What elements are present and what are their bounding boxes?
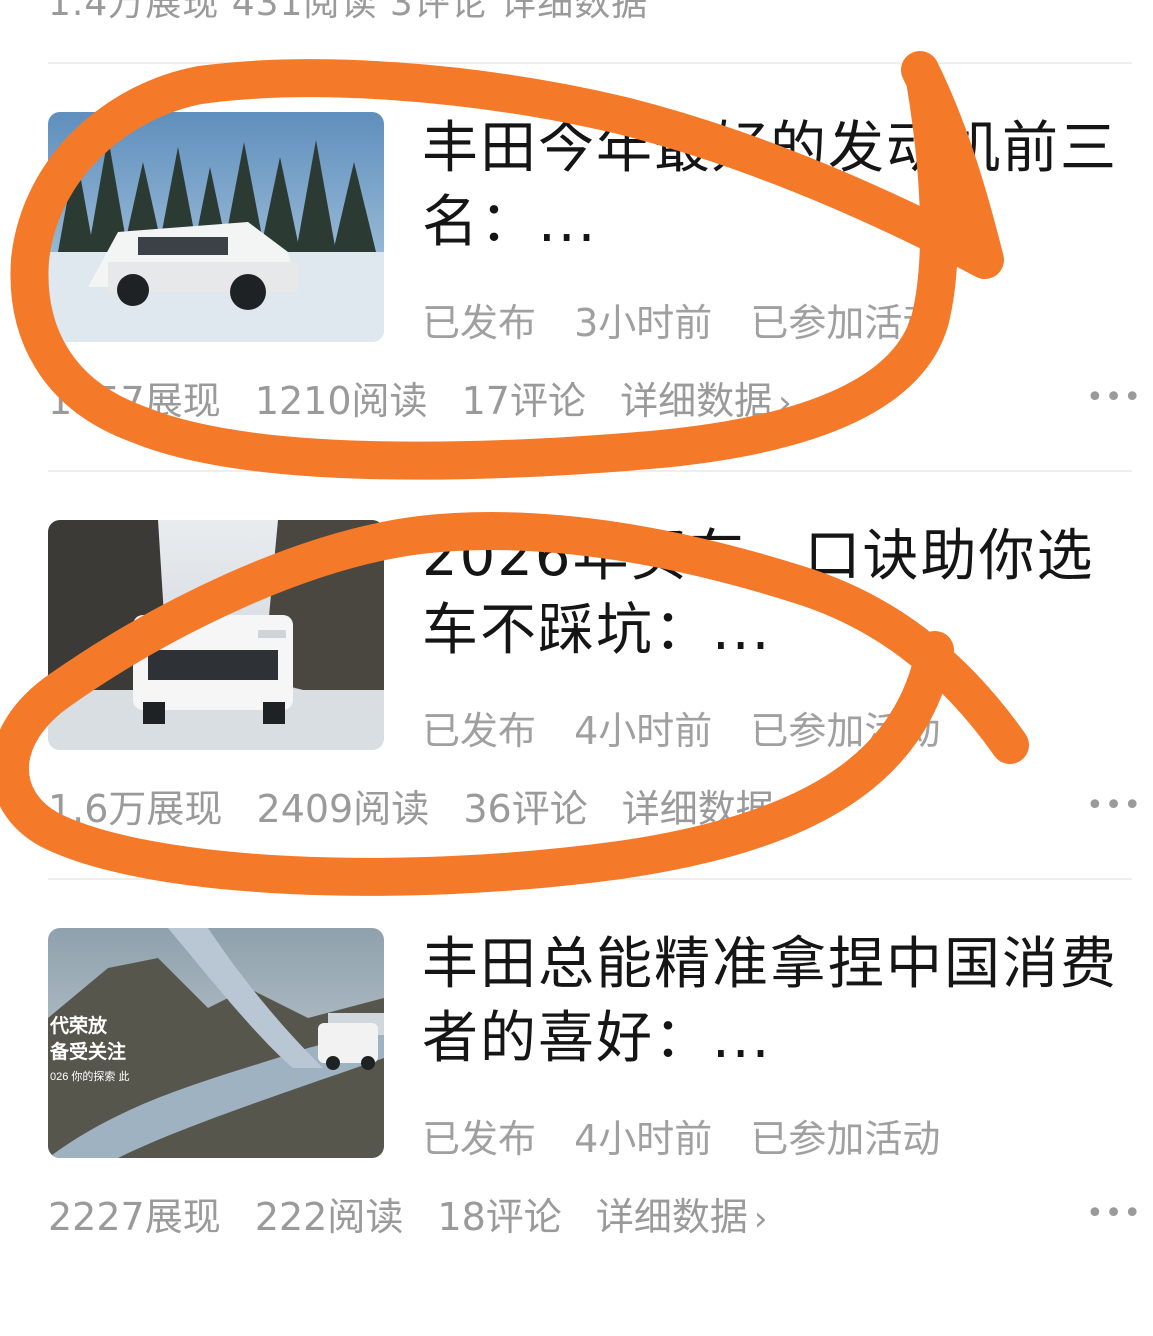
article-title[interactable]: 2026年买车，口诀助你选车不踩坑：...	[422, 520, 1122, 668]
article-item[interactable]: 丰田今年最好的发动机前三名：... 已发布 3小时前 已参加活动 1957展现 …	[0, 112, 1153, 520]
article-thumbnail[interactable]	[48, 520, 384, 750]
article-stats: 1.6万展现 2409阅读 36评论 详细数据 ›	[48, 778, 815, 833]
impressions-count: 2227展现	[48, 1195, 221, 1239]
comments-count: 36评论	[463, 787, 588, 831]
article-item[interactable]: 2026年买车，口诀助你选车不踩坑：... 已发布 4小时前 已参加活动 1.6…	[0, 520, 1153, 928]
thumbnail-text: 备受关注	[49, 1040, 126, 1063]
detail-data-link[interactable]: 详细数据	[596, 1195, 748, 1239]
activity-status: 已参加活动	[750, 301, 941, 345]
comments-count: 17评论	[461, 379, 586, 423]
publish-time: 3小时前	[574, 301, 713, 345]
thumbnail-text: 代荣放	[49, 1014, 108, 1037]
chevron-right-icon[interactable]: ›	[778, 383, 792, 423]
chevron-right-icon[interactable]: ›	[754, 1199, 768, 1239]
divider	[48, 470, 1132, 472]
article-title[interactable]: 丰田总能精准拿捏中国消费者的喜好：...	[422, 928, 1122, 1076]
more-horizontal-icon[interactable]: •••	[1086, 788, 1142, 823]
article-item[interactable]: 代荣放 备受关注 026 你的探索 此 丰田总能精准拿捏中国消费者的喜好：...…	[0, 928, 1153, 1336]
comments-count: 18评论	[437, 1195, 562, 1239]
detail-data-link[interactable]: 详细数据	[622, 787, 774, 831]
reads-count: 222阅读	[254, 1195, 404, 1239]
thumbnail-text: 026 你的探索 此	[50, 1069, 129, 1083]
article-stats: 2227展现 222阅读 18评论 详细数据 ›	[48, 1186, 790, 1241]
article-thumbnail[interactable]	[48, 112, 384, 342]
more-horizontal-icon[interactable]: •••	[1086, 380, 1142, 415]
publish-status: 已发布	[422, 301, 537, 345]
article-thumbnail[interactable]: 代荣放 备受关注 026 你的探索 此	[48, 928, 384, 1158]
reads-count: 1210阅读	[254, 379, 428, 423]
divider	[48, 878, 1132, 880]
article-stats: 1957展现 1210阅读 17评论 详细数据 ›	[48, 370, 814, 425]
divider	[48, 62, 1132, 64]
detail-data-link[interactable]: 详细数据	[620, 379, 772, 423]
impressions-count: 1957展现	[48, 379, 221, 423]
impressions-count: 1.6万展现	[48, 787, 223, 831]
publish-status: 已发布	[422, 1117, 537, 1161]
activity-status: 已参加活动	[750, 709, 941, 753]
article-meta: 已发布 4小时前 已参加活动	[422, 1108, 966, 1163]
chevron-right-icon[interactable]: ›	[780, 791, 794, 831]
activity-status: 已参加活动	[750, 1117, 941, 1161]
article-title[interactable]: 丰田今年最好的发动机前三名：...	[422, 112, 1122, 260]
publish-time: 4小时前	[574, 709, 713, 753]
publish-time: 4小时前	[574, 1117, 713, 1161]
article-meta: 已发布 3小时前 已参加活动	[422, 292, 966, 347]
publish-status: 已发布	[422, 709, 537, 753]
article-meta: 已发布 4小时前 已参加活动	[422, 700, 966, 755]
previous-article-stats: 1.4万展现 431阅读 3评论 详细数据	[48, 0, 649, 24]
more-horizontal-icon[interactable]: •••	[1086, 1196, 1142, 1231]
reads-count: 2409阅读	[256, 787, 430, 831]
